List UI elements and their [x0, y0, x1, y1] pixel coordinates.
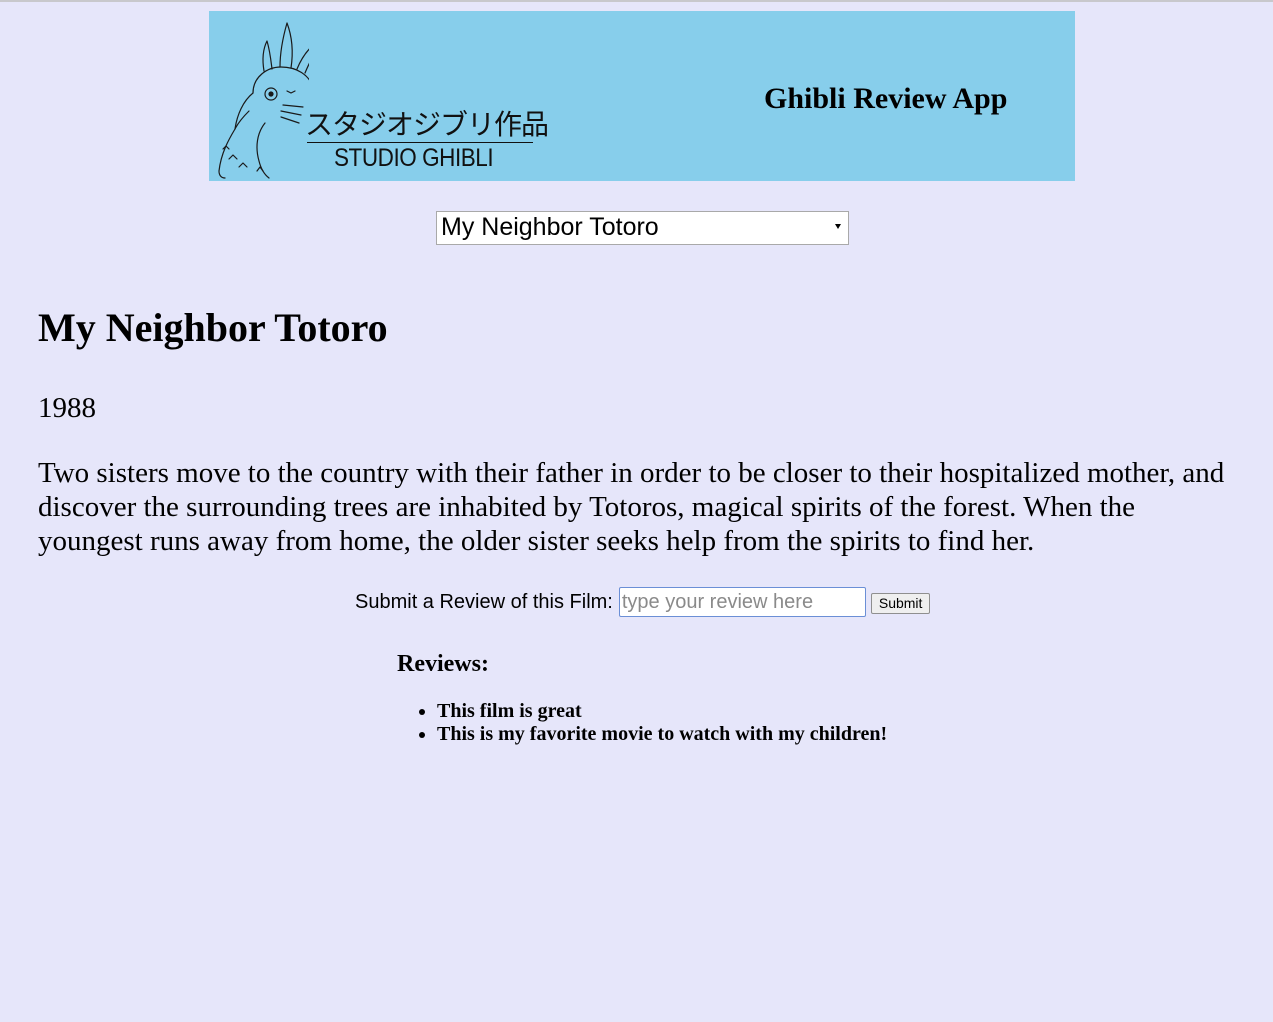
film-description: Two sisters move to the country with the…	[38, 457, 1225, 557]
studio-ghibli-logo: スタジオジブリ作品 STUDIO GHIBLI	[209, 11, 549, 181]
app-title: Ghibli Review App	[764, 82, 1008, 115]
review-item: This film is great	[437, 700, 887, 723]
submit-button[interactable]: Submit	[870, 592, 931, 614]
film-title: My Neighbor Totoro	[38, 305, 388, 350]
logo-english-text: STUDIO GHIBLI	[334, 144, 494, 172]
logo-japanese-text: スタジオジブリ作品	[305, 108, 549, 141]
film-select-value: My Neighbor Totoro	[441, 213, 659, 241]
review-label: Submit a Review of this Film:	[355, 590, 613, 613]
header-banner: スタジオジブリ作品 STUDIO GHIBLI Ghibli Review Ap…	[209, 11, 1075, 181]
review-item: This is my favorite movie to watch with …	[437, 723, 887, 746]
film-year: 1988	[38, 392, 96, 424]
totoro-logo-icon	[218, 22, 309, 179]
chevron-down-icon	[835, 224, 841, 229]
film-select-dropdown[interactable]: My Neighbor Totoro	[436, 211, 849, 245]
logo-divider	[307, 142, 533, 143]
reviews-list: This film is great This is my favorite m…	[397, 700, 887, 746]
review-form: Submit a Review of this Film: Submit	[355, 587, 931, 617]
reviews-heading: Reviews:	[397, 651, 489, 677]
review-input[interactable]	[618, 587, 866, 617]
